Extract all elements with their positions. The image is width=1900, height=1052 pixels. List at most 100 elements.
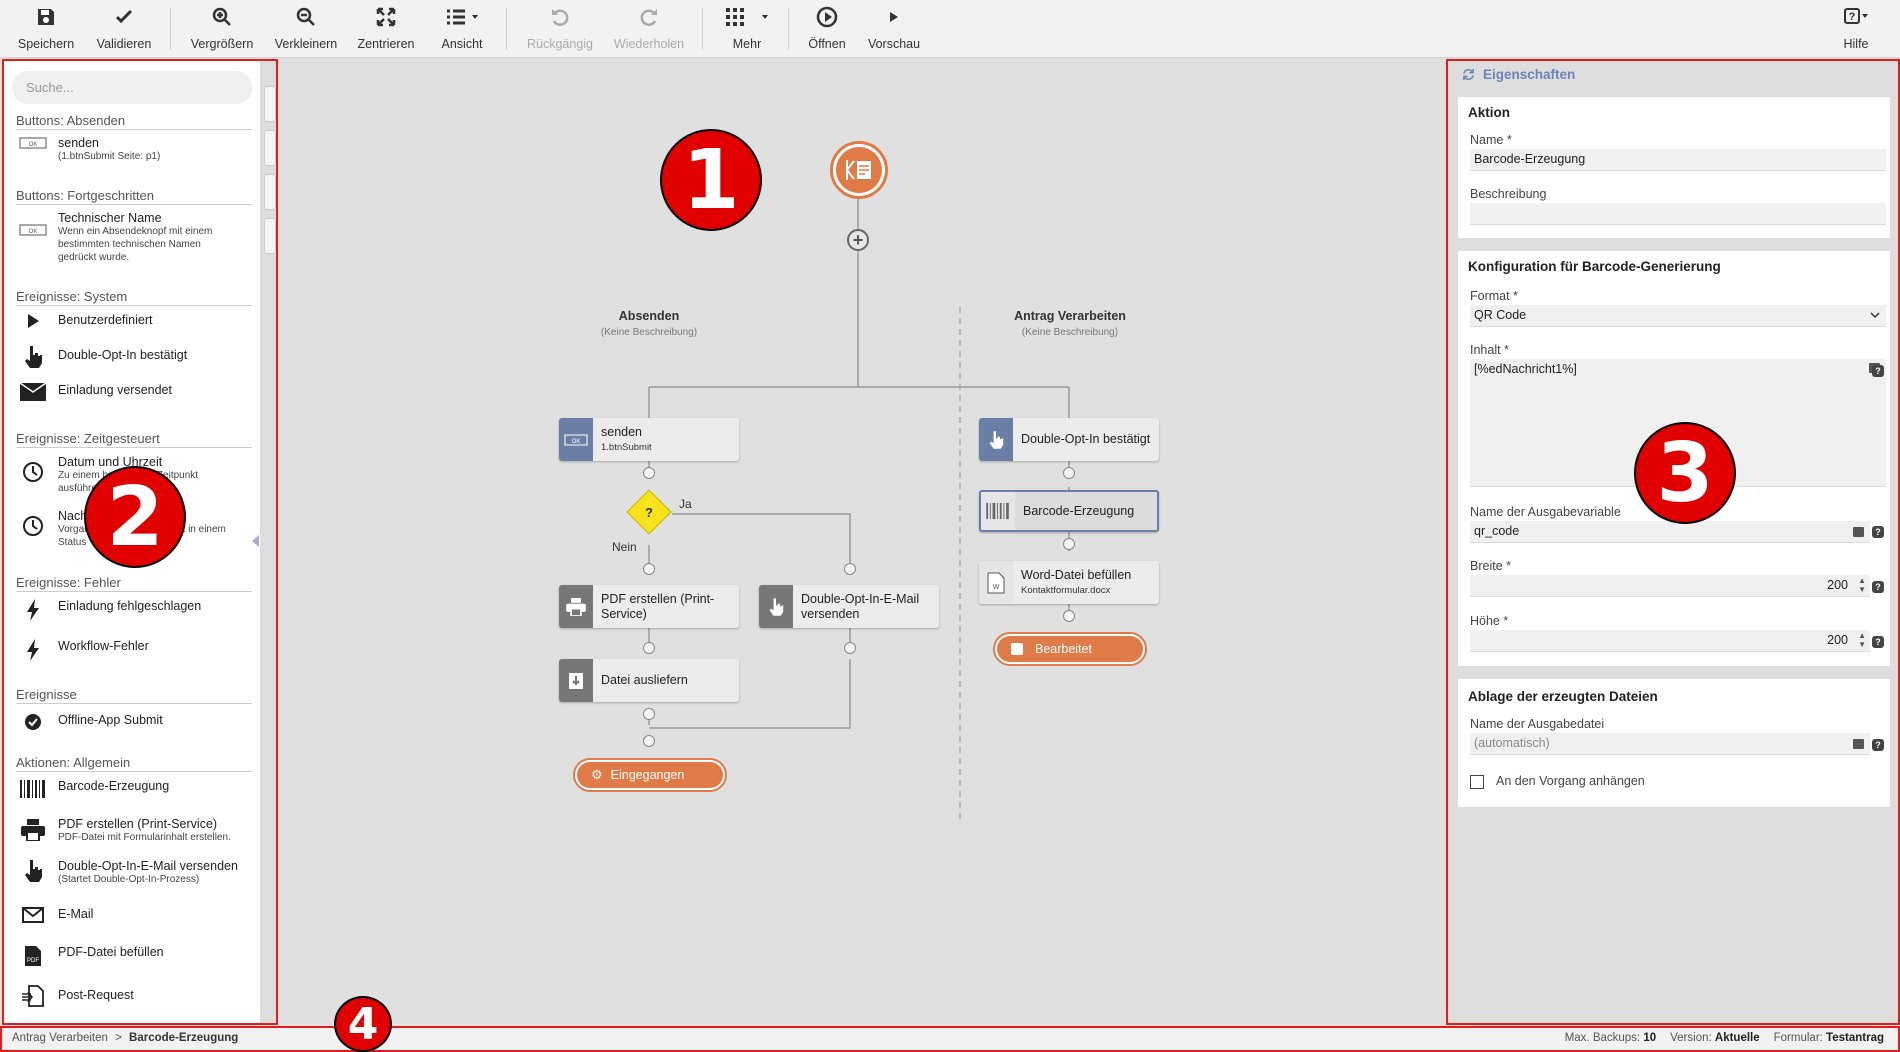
branch-label-no: Nein: [612, 540, 637, 554]
end-state-eingegangen[interactable]: ⚙ Eingegangen: [573, 758, 727, 792]
toolbar-separator: [170, 8, 171, 50]
palette-item-barcode-erzeugung[interactable]: Barcode-Erzeugung: [16, 779, 252, 799]
palette-item-technischer-name[interactable]: OK Technischer Name Wenn ein Absendeknopf…: [16, 211, 252, 264]
search-input[interactable]: Suche...: [12, 71, 252, 104]
output-file-field[interactable]: (automatisch): [1470, 733, 1870, 755]
palette-item-post-request[interactable]: Post-Request: [16, 985, 252, 1007]
end-state-bearbeitet[interactable]: Bearbeitet: [993, 632, 1147, 666]
download-file-icon: [559, 659, 593, 702]
connector-point[interactable]: [844, 642, 856, 654]
spinner-arrows-icon[interactable]: ▲ ▼: [1858, 631, 1866, 649]
height-label: Höhe *: [1470, 614, 1509, 628]
more-dropdown[interactable]: Mehr: [722, 6, 772, 52]
help-icon[interactable]: ?: [1872, 526, 1884, 538]
palette-item-offline-app-submit[interactable]: Offline-App Submit: [16, 713, 252, 731]
node-barcode-erzeugung-selected[interactable]: Barcode-Erzeugung: [979, 490, 1159, 532]
node-double-opt-in-bestaetigt[interactable]: Double-Opt-In bestätigt: [979, 418, 1159, 461]
node-pdf-erstellen[interactable]: PDF erstellen (Print-Service): [559, 585, 739, 628]
connector-point[interactable]: [1063, 610, 1075, 622]
connector-point[interactable]: [643, 563, 655, 575]
preview-button[interactable]: Vorschau: [866, 6, 922, 52]
connector-point[interactable]: [643, 467, 655, 479]
palette-item-einladung-fehlgeschlagen[interactable]: Einladung fehlgeschlagen: [16, 599, 252, 621]
branch-title: Antrag Verarbeiten: [1014, 309, 1126, 323]
connector-point[interactable]: [1063, 538, 1075, 550]
svg-text:?: ?: [1849, 11, 1856, 23]
annotation-marker: 4: [334, 996, 392, 1052]
palette-item-pdf-erstellen[interactable]: PDF erstellen (Print-Service) PDF-Datei m…: [16, 817, 252, 844]
section-header: Ereignisse: Zeitgesteuert: [16, 431, 252, 448]
book-icon[interactable]: [1853, 739, 1864, 749]
palette-item-email[interactable]: E-Mail: [16, 907, 252, 923]
node-datei-ausliefern[interactable]: Datei ausliefern: [559, 659, 739, 702]
connector-point[interactable]: [643, 735, 655, 747]
attach-checkbox[interactable]: [1470, 775, 1484, 789]
width-stepper[interactable]: 200 ▲ ▼: [1470, 575, 1870, 597]
decision-label: ?: [645, 504, 653, 520]
palette-item-double-opt-in-bestaetigt[interactable]: Double-Opt-In bestätigt: [16, 345, 252, 369]
zoom-out-button[interactable]: Verkleinern: [274, 6, 338, 52]
svg-text:OK: OK: [29, 229, 38, 235]
stop-square-icon: [1011, 643, 1023, 655]
section-header: Aktionen: Allgemein: [16, 755, 252, 772]
section-header: Buttons: Fortgeschritten: [16, 188, 252, 205]
collapse-sidebar-icon[interactable]: [252, 535, 259, 547]
connector-point[interactable]: [643, 642, 655, 654]
list-icon: [445, 6, 479, 28]
connector-point[interactable]: [1063, 467, 1075, 479]
section-header: Buttons: Absenden: [16, 113, 252, 130]
gears-icon: ⚙: [591, 767, 603, 782]
annotation-marker: 1: [660, 129, 762, 231]
section-header: Ereignisse: System: [16, 289, 252, 306]
help-icon[interactable]: ?: [1872, 581, 1884, 593]
view-dropdown[interactable]: Ansicht: [434, 6, 490, 52]
palette-item-pdf-datei-befuellen[interactable]: PDF PDF-Datei befüllen: [16, 945, 252, 967]
envelope-icon: [16, 383, 50, 401]
palette-item-workflow-fehler[interactable]: Workflow-Fehler: [16, 639, 252, 661]
palette-item-benutzerdefiniert[interactable]: Benutzerdefiniert: [16, 313, 252, 329]
node-senden[interactable]: OK senden 1.btnSubmit: [559, 418, 739, 461]
branch-description: (Keine Beschreibung): [600, 327, 698, 338]
book-icon[interactable]: [1853, 527, 1864, 537]
description-field[interactable]: [1470, 203, 1886, 225]
validate-button[interactable]: Validieren: [96, 6, 152, 52]
palette-item-einladung-versendet[interactable]: Einladung versendet: [16, 383, 252, 401]
connector-point[interactable]: [643, 708, 655, 720]
output-variable-field[interactable]: qr_code: [1470, 521, 1870, 543]
annotation-marker: 3: [1634, 422, 1736, 524]
format-select[interactable]: QR Code: [1470, 305, 1886, 327]
palette-item-senden[interactable]: OK senden (1.btnSubmit Seite: p1): [16, 136, 252, 163]
breadcrumb-item[interactable]: Antrag Verarbeiten: [12, 1032, 108, 1044]
height-stepper[interactable]: 200 ▲ ▼: [1470, 630, 1870, 652]
palette-item-double-opt-in-email[interactable]: Double-Opt-In-E-Mail versenden (Startet D…: [16, 859, 252, 886]
refresh-icon[interactable]: [1462, 68, 1475, 81]
hand-pointer-icon: [759, 585, 793, 628]
node-word-datei-befuellen[interactable]: W Word-Datei befüllen Kontaktformular.doc…: [979, 561, 1159, 604]
workflow-start-node[interactable]: [830, 141, 888, 199]
properties-header: Eigenschaften: [1462, 67, 1575, 82]
hand-pointer-icon: [16, 345, 50, 369]
center-button[interactable]: Zentrieren: [358, 6, 415, 52]
workflow-connectors: [648, 199, 1070, 819]
help-icon[interactable]: ?: [1872, 739, 1884, 751]
name-field[interactable]: Barcode-Erzeugung: [1470, 149, 1886, 171]
connector-point[interactable]: [844, 563, 856, 575]
breadcrumb: Antrag Verarbeiten > Barcode-Erzeugung: [12, 1032, 239, 1044]
redo-button[interactable]: Wiederholen: [612, 6, 686, 52]
toolbar-separator: [702, 8, 703, 50]
hand-pointer-icon: [979, 418, 1013, 461]
open-button[interactable]: Öffnen: [804, 6, 850, 52]
workflow-canvas[interactable]: + Absenden (Keine Beschreibung) Antrag V…: [252, 59, 1459, 1025]
description-label: Beschreibung: [1470, 187, 1547, 201]
save-button[interactable]: Speichern: [18, 6, 74, 52]
help-icon[interactable]: ?: [1872, 636, 1884, 648]
name-label: Name *: [1470, 133, 1512, 147]
add-branch-button[interactable]: +: [847, 229, 869, 251]
zoom-in-button[interactable]: Vergrößern: [190, 6, 254, 52]
help-icon[interactable]: ?: [1872, 365, 1884, 377]
attach-label: An den Vorgang anhängen: [1496, 774, 1645, 788]
help-button[interactable]: ? Hilfe: [1838, 6, 1874, 52]
node-double-opt-in-email[interactable]: Double-Opt-In-E-Mail versenden: [759, 585, 939, 628]
undo-button[interactable]: Rückgängig: [526, 6, 594, 52]
spinner-arrows-icon[interactable]: ▲ ▼: [1858, 576, 1866, 594]
